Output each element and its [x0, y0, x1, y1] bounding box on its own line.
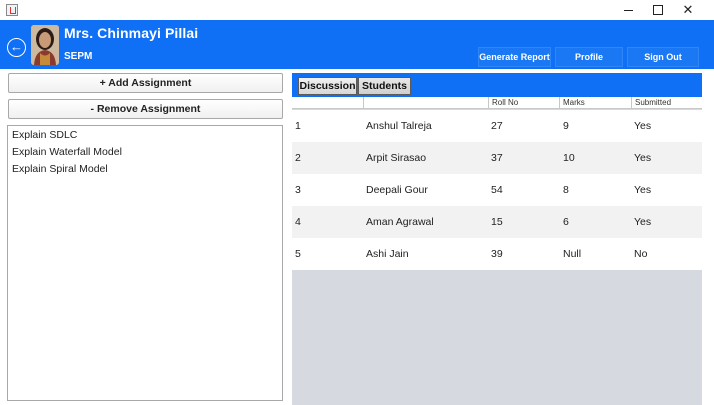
cell-marks: 6: [563, 216, 569, 228]
table-row[interactable]: 3 Deepali Gour 54 8 Yes: [292, 174, 702, 206]
close-glyph: ✕: [682, 2, 694, 17]
sign-out-button[interactable]: Sign Out: [627, 47, 699, 67]
cell-index: 5: [295, 248, 301, 260]
cell-submitted: No: [634, 248, 648, 260]
cell-marks: 8: [563, 184, 569, 196]
app-window: ✕ ← Mrs. Chinmayi Pillai SEPM Generate R…: [0, 0, 714, 405]
profile-button[interactable]: Profile: [555, 47, 623, 67]
assignments-panel: + Add Assignment - Remove Assignment Exp…: [0, 69, 290, 405]
assignment-list[interactable]: Explain SDLC Explain Waterfall Model Exp…: [7, 125, 283, 401]
table-header: Roll No Marks Submitted: [292, 97, 702, 109]
cell-marks: Null: [563, 248, 582, 260]
table-row[interactable]: 1 Anshul Talreja 27 9 Yes: [292, 110, 702, 142]
table-row[interactable]: 4 Aman Agrawal 15 6 Yes: [292, 206, 702, 238]
cell-roll-no: 54: [491, 184, 503, 196]
list-item[interactable]: Explain SDLC: [8, 127, 282, 144]
table-row[interactable]: 2 Arpit Sirasao 37 10 Yes: [292, 142, 702, 174]
avatar: [31, 25, 59, 65]
add-assignment-button[interactable]: + Add Assignment: [8, 73, 283, 93]
cell-roll-no: 37: [491, 152, 503, 164]
cell-roll-no: 39: [491, 248, 503, 260]
list-item[interactable]: Explain Spiral Model: [8, 161, 282, 178]
students-panel: Discussion Students Roll No Marks Submit…: [292, 69, 702, 405]
column-header-index[interactable]: [292, 97, 363, 109]
java-app-icon: [6, 4, 18, 16]
cell-marks: 10: [563, 152, 575, 164]
tab-discussion[interactable]: Discussion: [298, 77, 357, 95]
cell-index: 1: [295, 120, 301, 132]
tab-bar: Discussion Students: [292, 73, 702, 97]
cell-index: 2: [295, 152, 301, 164]
tab-students[interactable]: Students: [358, 77, 411, 95]
minimize-icon[interactable]: [613, 0, 643, 20]
column-header-submitted[interactable]: Submitted: [631, 97, 702, 109]
cell-roll-no: 15: [491, 216, 503, 228]
back-arrow-icon[interactable]: ←: [7, 38, 26, 57]
title-bar: ✕: [0, 0, 714, 20]
list-item[interactable]: Explain Waterfall Model: [8, 144, 282, 161]
column-header-marks[interactable]: Marks: [559, 97, 631, 109]
cell-name: Ashi Jain: [366, 248, 409, 260]
cell-roll-no: 27: [491, 120, 503, 132]
cell-submitted: Yes: [634, 184, 652, 196]
cell-index: 3: [295, 184, 301, 196]
cell-index: 4: [295, 216, 301, 228]
students-table: Roll No Marks Submitted 1 Anshul Talreja…: [292, 97, 702, 405]
column-header-roll-no[interactable]: Roll No: [488, 97, 559, 109]
generate-report-button[interactable]: Generate Report: [478, 47, 551, 67]
remove-assignment-button[interactable]: - Remove Assignment: [8, 99, 283, 119]
avatar-image: [31, 25, 59, 65]
cell-name: Anshul Talreja: [366, 120, 432, 132]
maximize-icon[interactable]: [643, 0, 673, 20]
header-bar: ← Mrs. Chinmayi Pillai SEPM Generate Rep…: [0, 20, 714, 69]
cell-submitted: Yes: [634, 216, 652, 228]
teacher-name: Mrs. Chinmayi Pillai: [64, 25, 199, 41]
cell-marks: 9: [563, 120, 569, 132]
cell-submitted: Yes: [634, 152, 652, 164]
close-icon[interactable]: ✕: [673, 0, 703, 20]
subject-label: SEPM: [64, 51, 93, 62]
cell-name: Aman Agrawal: [366, 216, 434, 228]
table-row[interactable]: 5 Ashi Jain 39 Null No: [292, 238, 702, 270]
column-header-name[interactable]: [363, 97, 488, 109]
cell-name: Arpit Sirasao: [366, 152, 427, 164]
cell-submitted: Yes: [634, 120, 652, 132]
cell-name: Deepali Gour: [366, 184, 428, 196]
